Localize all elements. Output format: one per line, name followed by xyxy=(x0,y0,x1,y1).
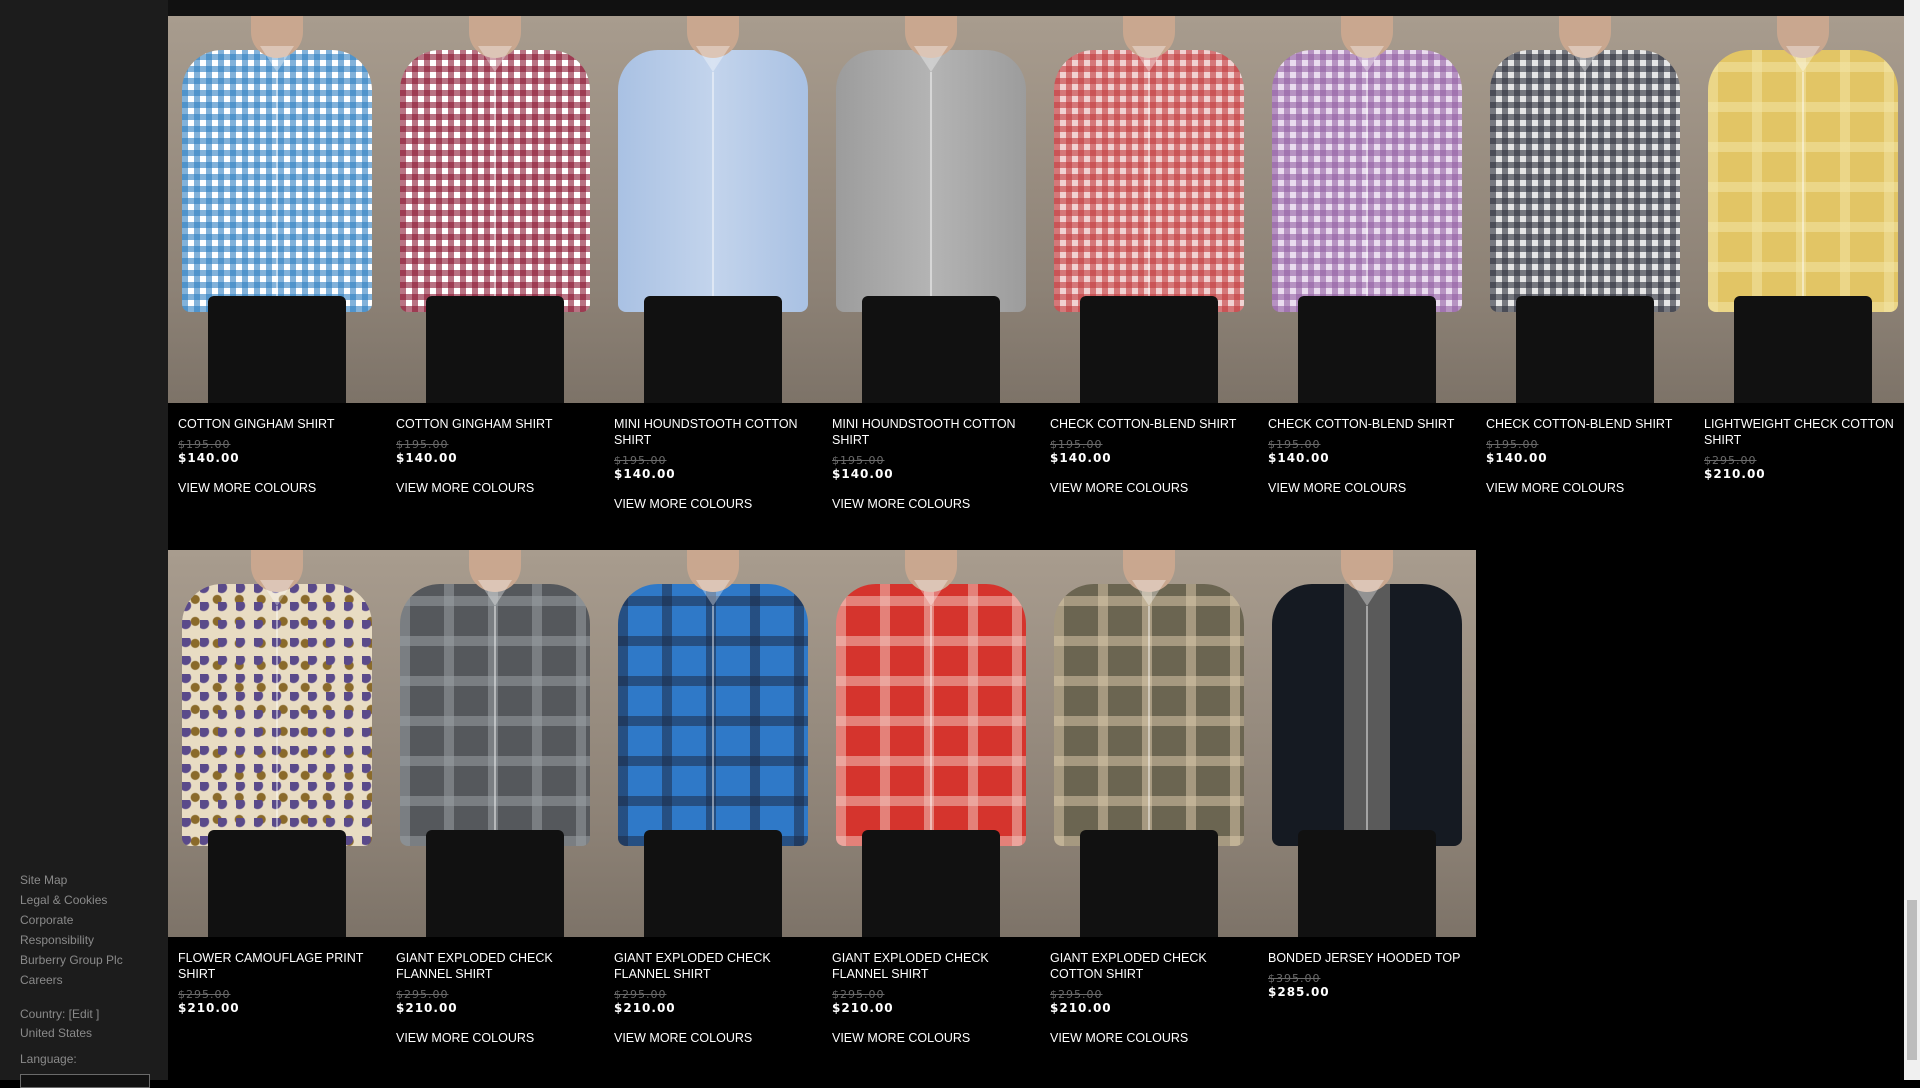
product-info: BONDED JERSEY HOODED TOP $395.00 $285.00 xyxy=(1268,950,1468,999)
original-price: $295.00 xyxy=(178,988,231,1001)
original-price: $295.00 xyxy=(614,988,667,1001)
sale-price: $210.00 xyxy=(832,1001,894,1015)
careers-link[interactable]: Careers xyxy=(20,970,123,990)
original-price: $195.00 xyxy=(614,454,667,467)
product-info: GIANT EXPLODED CHECK FLANNEL SHIRT $295.0… xyxy=(832,950,1032,1047)
product-image[interactable] xyxy=(1258,16,1476,403)
product-image[interactable] xyxy=(822,16,1040,403)
original-price: $195.00 xyxy=(1268,438,1321,451)
product-name[interactable]: CHECK COTTON-BLEND SHIRT xyxy=(1268,416,1468,432)
sale-price: $140.00 xyxy=(396,451,458,465)
country-value: United States xyxy=(20,1026,93,1040)
view-more-colours-link[interactable]: VIEW MORE COLOURS xyxy=(396,1031,534,1045)
view-more-colours-link[interactable]: VIEW MORE COLOURS xyxy=(832,497,970,511)
view-more-colours-link[interactable]: VIEW MORE COLOURS xyxy=(396,481,534,495)
original-price: $195.00 xyxy=(1050,438,1103,451)
footer-links: Site Map Legal & Cookies Corporate Respo… xyxy=(20,870,123,990)
product-name[interactable]: GIANT EXPLODED CHECK FLANNEL SHIRT xyxy=(832,950,1032,982)
sale-price: $140.00 xyxy=(178,451,240,465)
view-more-colours-link[interactable]: VIEW MORE COLOURS xyxy=(614,1031,752,1045)
view-more-colours-link[interactable]: VIEW MORE COLOURS xyxy=(832,1031,970,1045)
original-price: $195.00 xyxy=(178,438,231,451)
product-image[interactable] xyxy=(168,550,386,937)
product-image[interactable] xyxy=(1258,550,1476,937)
product-name[interactable]: MINI HOUNDSTOOTH COTTON SHIRT xyxy=(832,416,1032,448)
sale-price: $210.00 xyxy=(178,1001,240,1015)
product-info: MINI HOUNDSTOOTH COTTON SHIRT $195.00 $140… xyxy=(614,416,814,513)
product-image[interactable] xyxy=(822,550,1040,937)
product-info: GIANT EXPLODED CHECK COTTON SHIRT $295.00… xyxy=(1050,950,1250,1047)
sale-price: $285.00 xyxy=(1268,985,1330,999)
product-info: MINI HOUNDSTOOTH COTTON SHIRT $195.00 $140… xyxy=(832,416,1032,513)
corporate-link[interactable]: Corporate xyxy=(20,910,123,930)
original-price: $295.00 xyxy=(832,988,885,1001)
product-name[interactable]: COTTON GINGHAM SHIRT xyxy=(396,416,596,432)
product-name[interactable]: FLOWER CAMOUFLAGE PRINT SHIRT xyxy=(178,950,378,982)
product-image[interactable] xyxy=(168,16,386,403)
view-more-colours-link[interactable]: VIEW MORE COLOURS xyxy=(614,497,752,511)
view-more-colours-link[interactable]: VIEW MORE COLOURS xyxy=(1050,1031,1188,1045)
product-name[interactable]: GIANT EXPLODED CHECK FLANNEL SHIRT xyxy=(396,950,596,982)
product-name[interactable]: CHECK COTTON-BLEND SHIRT xyxy=(1050,416,1250,432)
sale-price: $210.00 xyxy=(1704,467,1766,481)
original-price: $195.00 xyxy=(396,438,449,451)
product-info: COTTON GINGHAM SHIRT $195.00 $140.00 VIEW M… xyxy=(178,416,378,497)
product-image[interactable] xyxy=(1476,16,1694,403)
product-name[interactable]: CHECK COTTON-BLEND SHIRT xyxy=(1486,416,1686,432)
product-image[interactable] xyxy=(604,550,822,937)
view-more-colours-link[interactable]: VIEW MORE COLOURS xyxy=(1268,481,1406,495)
sale-price: $210.00 xyxy=(614,1001,676,1015)
country-bracket: ] xyxy=(92,1007,100,1021)
product-image[interactable] xyxy=(386,16,604,403)
original-price: $395.00 xyxy=(1268,972,1321,985)
product-image[interactable] xyxy=(1040,16,1258,403)
product-image[interactable] xyxy=(604,16,822,403)
sidebar: Site Map Legal & Cookies Corporate Respo… xyxy=(0,0,168,1088)
country-edit-link[interactable]: Edit xyxy=(72,1007,93,1021)
view-more-colours-link[interactable]: VIEW MORE COLOURS xyxy=(1486,481,1624,495)
product-info: FLOWER CAMOUFLAGE PRINT SHIRT $295.00 $210… xyxy=(178,950,378,1015)
sale-price: $140.00 xyxy=(1050,451,1112,465)
product-info: CHECK COTTON-BLEND SHIRT $195.00 $140.00 VI… xyxy=(1268,416,1468,497)
responsibility-link[interactable]: Responsibility xyxy=(20,930,123,950)
sale-price: $140.00 xyxy=(1486,451,1548,465)
product-name[interactable]: GIANT EXPLODED CHECK COTTON SHIRT xyxy=(1050,950,1250,982)
burberry-group-link[interactable]: Burberry Group Plc xyxy=(20,950,123,970)
product-info: GIANT EXPLODED CHECK FLANNEL SHIRT $295.0… xyxy=(614,950,814,1047)
view-more-colours-link[interactable]: VIEW MORE COLOURS xyxy=(1050,481,1188,495)
product-name[interactable]: MINI HOUNDSTOOTH COTTON SHIRT xyxy=(614,416,814,448)
original-price: $295.00 xyxy=(396,988,449,1001)
scrollbar-thumb[interactable] xyxy=(1907,900,1917,1060)
product-image[interactable] xyxy=(386,550,604,937)
product-name[interactable]: BONDED JERSEY HOODED TOP xyxy=(1268,950,1468,966)
sale-price: $140.00 xyxy=(614,467,676,481)
original-price: $195.00 xyxy=(832,454,885,467)
product-name[interactable]: COTTON GINGHAM SHIRT xyxy=(178,416,378,432)
sale-price: $140.00 xyxy=(1268,451,1330,465)
sale-price: $210.00 xyxy=(1050,1001,1112,1015)
legal-cookies-link[interactable]: Legal & Cookies xyxy=(20,890,123,910)
view-more-colours-link[interactable]: VIEW MORE COLOURS xyxy=(178,481,316,495)
original-price: $195.00 xyxy=(1486,438,1539,451)
sale-price: $210.00 xyxy=(396,1001,458,1015)
product-name[interactable]: LIGHTWEIGHT CHECK COTTON SHIRT xyxy=(1704,416,1904,448)
product-image[interactable] xyxy=(1040,550,1258,937)
site-map-link[interactable]: Site Map xyxy=(20,870,123,890)
country-selector: Country: [Edit ] United States xyxy=(20,1005,99,1043)
product-name[interactable]: GIANT EXPLODED CHECK FLANNEL SHIRT xyxy=(614,950,814,982)
product-info: CHECK COTTON-BLEND SHIRT $195.00 $140.00 VI… xyxy=(1050,416,1250,497)
scrollbar[interactable] xyxy=(1904,0,1920,1080)
country-label: Country: [ xyxy=(20,1007,73,1021)
original-price: $295.00 xyxy=(1704,454,1757,467)
product-info: COTTON GINGHAM SHIRT $195.00 $140.00 VIEW M… xyxy=(396,416,596,497)
product-info: GIANT EXPLODED CHECK FLANNEL SHIRT $295.0… xyxy=(396,950,596,1047)
sale-price: $140.00 xyxy=(832,467,894,481)
product-image[interactable] xyxy=(1694,16,1912,403)
language-label: Language: xyxy=(20,1052,77,1066)
top-strip xyxy=(168,0,1904,16)
language-select[interactable] xyxy=(20,1074,150,1088)
original-price: $295.00 xyxy=(1050,988,1103,1001)
product-info: LIGHTWEIGHT CHECK COTTON SHIRT $295.00 $21… xyxy=(1704,416,1904,481)
product-info: CHECK COTTON-BLEND SHIRT $195.00 $140.00 VI… xyxy=(1486,416,1686,497)
